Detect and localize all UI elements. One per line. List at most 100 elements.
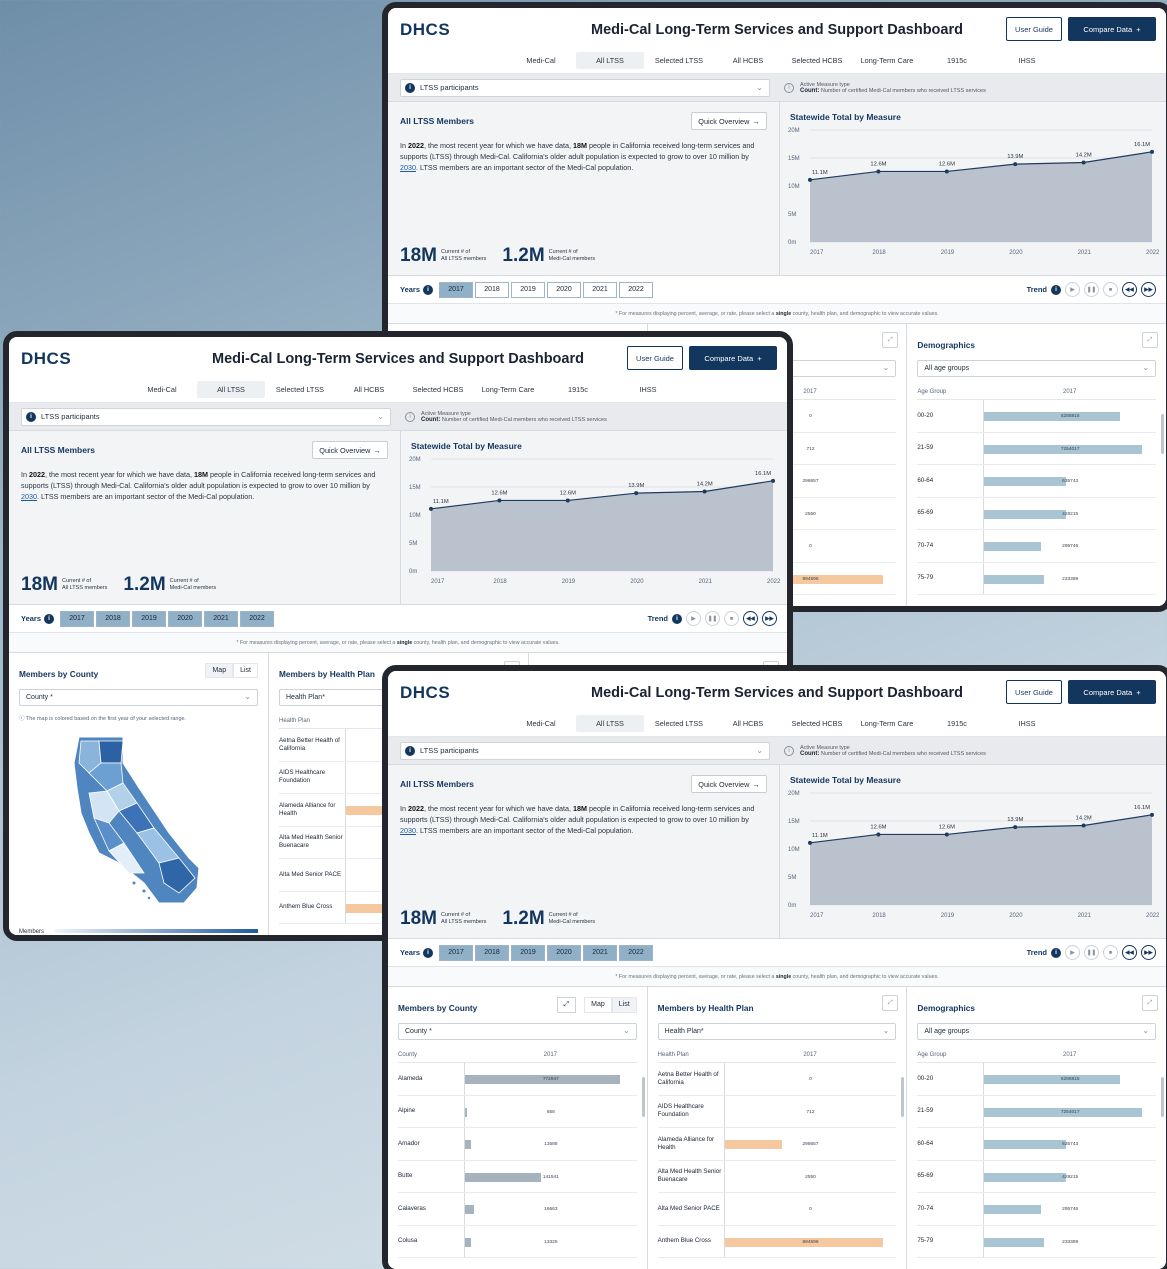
year-button-2020[interactable]: 2020 <box>168 610 203 627</box>
age-group-dropdown[interactable]: All age groups ⌄ <box>917 1023 1157 1040</box>
tab-long-term-care[interactable]: Long-Term Care <box>852 52 922 69</box>
year-button-2018[interactable]: 2018 <box>475 944 510 961</box>
tab-1915c[interactable]: 1915c <box>922 715 992 732</box>
tab-all-ltss[interactable]: All LTSS <box>576 715 644 732</box>
tab-ihss[interactable]: IHSS <box>992 715 1062 732</box>
year-button-2022[interactable]: 2022 <box>240 610 275 627</box>
scrollbar[interactable] <box>1161 1077 1165 1117</box>
tab-ihss[interactable]: IHSS <box>992 52 1062 69</box>
user-guide-button[interactable]: User Guide <box>627 346 683 370</box>
measure-dropdown[interactable]: i LTSS participants ⌄ <box>400 78 770 97</box>
table-row[interactable]: Alta Med Health Senior Buenacare 2550 <box>657 1160 897 1193</box>
year-button-2018[interactable]: 2018 <box>96 610 131 627</box>
table-row[interactable]: Alameda 772947 <box>398 1063 637 1096</box>
scrollbar[interactable] <box>1161 414 1165 454</box>
rewind-icon[interactable]: ◀◀ <box>1122 282 1137 297</box>
tab-1915c[interactable]: 1915c <box>922 52 992 69</box>
tab-medi-cal[interactable]: Medi-Cal <box>506 52 576 69</box>
table-row[interactable]: 70-74 295746 <box>917 1193 1157 1226</box>
play-icon[interactable]: ▶ <box>686 611 701 626</box>
tab-selected-hcbs[interactable]: Selected HCBS <box>782 715 852 732</box>
table-row[interactable]: Alameda Alliance for Health 298657 <box>657 1128 897 1161</box>
table-row[interactable]: Amador 13588 <box>398 1128 637 1161</box>
table-row[interactable]: Anthem Blue Cross 894596 <box>657 1225 897 1258</box>
tab-selected-hcbs[interactable]: Selected HCBS <box>782 52 852 69</box>
year-button-2022[interactable]: 2022 <box>619 944 654 961</box>
age-group-dropdown[interactable]: All age groups ⌄ <box>917 360 1157 377</box>
tab-selected-ltss[interactable]: Selected LTSS <box>265 381 335 398</box>
table-row[interactable]: Colusa 13325 <box>398 1225 637 1258</box>
quick-overview-button[interactable]: Quick Overview → <box>312 441 388 459</box>
stop-icon[interactable]: ■ <box>1103 945 1118 960</box>
california-county-map[interactable] <box>19 733 259 913</box>
expand-icon[interactable]: ⤢ <box>556 997 577 1013</box>
compare-data-button[interactable]: Compare Data + <box>1068 680 1156 704</box>
table-row[interactable]: AIDS Healthcare Foundation 712 <box>657 1095 897 1128</box>
table-row[interactable]: 21-59 7254017 <box>917 1095 1157 1128</box>
year-button-2019[interactable]: 2019 <box>511 281 546 298</box>
table-row[interactable]: 75-79 233389 <box>917 1225 1157 1258</box>
tab-medi-cal[interactable]: Medi-Cal <box>127 381 197 398</box>
tab-1915c[interactable]: 1915c <box>543 381 613 398</box>
list-toggle[interactable]: List <box>611 997 637 1013</box>
table-row[interactable]: Alta Med Senior PACE 0 <box>657 1193 897 1226</box>
tab-long-term-care[interactable]: Long-Term Care <box>852 715 922 732</box>
table-row[interactable]: 75-79 233389 <box>917 562 1157 595</box>
play-icon[interactable]: ▶ <box>1065 282 1080 297</box>
expand-icon[interactable]: ⤢ <box>882 332 899 348</box>
year-button-2021[interactable]: 2021 <box>204 610 239 627</box>
table-row[interactable]: Alpine 658 <box>398 1095 637 1128</box>
quick-overview-button[interactable]: Quick Overview → <box>691 112 767 130</box>
measure-dropdown[interactable]: i LTSS participants ⌄ <box>21 407 391 426</box>
pause-icon[interactable]: ❚❚ <box>705 611 720 626</box>
year-button-2017[interactable]: 2017 <box>60 610 95 627</box>
table-row[interactable]: 65-69 428215 <box>917 1160 1157 1193</box>
list-toggle[interactable]: List <box>233 663 258 678</box>
rewind-icon[interactable]: ◀◀ <box>1122 945 1137 960</box>
play-icon[interactable]: ▶ <box>1065 945 1080 960</box>
year-button-2021[interactable]: 2021 <box>583 281 618 298</box>
table-row[interactable]: 00-20 6288815 <box>917 1063 1157 1096</box>
year-button-2018[interactable]: 2018 <box>475 281 510 298</box>
tab-ihss[interactable]: IHSS <box>613 381 683 398</box>
year-button-2020[interactable]: 2020 <box>547 944 582 961</box>
year-button-2017[interactable]: 2017 <box>439 281 474 298</box>
tab-medi-cal[interactable]: Medi-Cal <box>506 715 576 732</box>
year-button-2019[interactable]: 2019 <box>511 944 546 961</box>
map-toggle[interactable]: Map <box>584 997 612 1013</box>
year-button-2021[interactable]: 2021 <box>583 944 618 961</box>
table-row[interactable]: 60-64 635743 <box>917 465 1157 498</box>
year-button-2022[interactable]: 2022 <box>619 281 654 298</box>
tab-all-ltss[interactable]: All LTSS <box>576 52 644 69</box>
stop-icon[interactable]: ■ <box>724 611 739 626</box>
table-row[interactable]: 00-20 6288815 <box>917 400 1157 433</box>
table-row[interactable]: 60-64 635743 <box>917 1128 1157 1161</box>
expand-icon[interactable]: ⤢ <box>1142 995 1159 1011</box>
table-row[interactable]: Aetna Better Health of California 0 <box>657 1063 897 1096</box>
expand-icon[interactable]: ⤢ <box>882 995 899 1011</box>
table-row[interactable]: Calaveras 16663 <box>398 1193 637 1226</box>
year-link[interactable]: 2030 <box>400 163 416 172</box>
expand-icon[interactable]: ⤢ <box>1142 332 1159 348</box>
scrollbar[interactable] <box>641 1077 645 1117</box>
compare-data-button[interactable]: Compare Data + <box>689 346 777 370</box>
year-link[interactable]: 2030 <box>400 826 416 835</box>
pause-icon[interactable]: ❚❚ <box>1084 282 1099 297</box>
table-row[interactable]: 70-74 295746 <box>917 530 1157 563</box>
year-button-2019[interactable]: 2019 <box>132 610 167 627</box>
tab-selected-ltss[interactable]: Selected LTSS <box>644 52 714 69</box>
tab-all-hcbs[interactable]: All HCBS <box>714 715 782 732</box>
table-row[interactable]: 21-59 7254017 <box>917 432 1157 465</box>
table-row[interactable]: 65-69 428215 <box>917 497 1157 530</box>
year-button-2017[interactable]: 2017 <box>439 944 474 961</box>
stop-icon[interactable]: ■ <box>1103 282 1118 297</box>
quick-overview-button[interactable]: Quick Overview → <box>691 775 767 793</box>
map-toggle[interactable]: Map <box>205 663 234 678</box>
county-dropdown[interactable]: County * ⌄ <box>19 689 258 706</box>
county-dropdown[interactable]: County * ⌄ <box>398 1023 637 1040</box>
tab-all-hcbs[interactable]: All HCBS <box>714 52 782 69</box>
year-button-2020[interactable]: 2020 <box>547 281 582 298</box>
fast-forward-icon[interactable]: ▶▶ <box>1141 945 1156 960</box>
tab-long-term-care[interactable]: Long-Term Care <box>473 381 543 398</box>
tab-all-ltss[interactable]: All LTSS <box>197 381 265 398</box>
